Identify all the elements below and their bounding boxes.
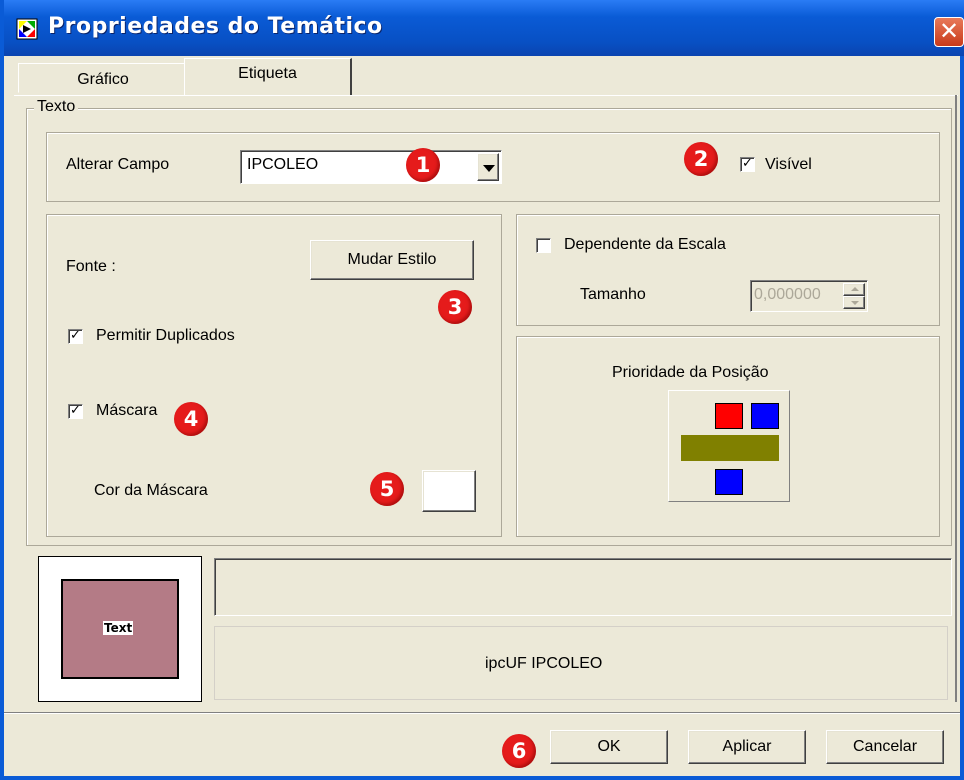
tab-page bbox=[14, 95, 958, 96]
annotation-badge-4: 4 bbox=[174, 402, 208, 436]
escala-checkbox[interactable] bbox=[536, 238, 551, 253]
preview-sample-text: Text bbox=[103, 621, 134, 635]
cancelar-button[interactable]: Cancelar bbox=[826, 730, 944, 764]
fonte-label: Fonte : bbox=[66, 258, 116, 275]
visivel-label[interactable]: Visível bbox=[765, 156, 812, 174]
close-button[interactable]: ✕ bbox=[934, 17, 964, 47]
annotation-badge-5: 5 bbox=[370, 472, 404, 506]
campo-select-value: IPCOLEO bbox=[247, 156, 319, 173]
escala-label[interactable]: Dependente da Escala bbox=[564, 236, 726, 254]
prioridade-grid bbox=[668, 390, 790, 502]
cor-mascara-label: Cor da Máscara bbox=[94, 482, 208, 499]
close-icon: ✕ bbox=[938, 17, 960, 45]
title-bar[interactable]: Propriedades do Temático ✕ bbox=[4, 0, 964, 56]
priority-top-right-red[interactable] bbox=[715, 403, 743, 429]
campo-select[interactable]: IPCOLEO bbox=[240, 150, 502, 184]
annotation-badge-3: 3 bbox=[438, 290, 472, 324]
dialog-window: Propriedades do Temático ✕ Gráfico Etiqu… bbox=[0, 0, 964, 780]
spin-up-icon bbox=[851, 287, 859, 291]
tamanho-spinner[interactable]: 0,000000 bbox=[750, 280, 868, 312]
texto-group-label: Texto bbox=[34, 98, 79, 116]
footer-separator-highlight bbox=[4, 713, 960, 714]
chevron-down-icon bbox=[483, 165, 495, 172]
mascara-checkbox[interactable]: ✓ bbox=[68, 404, 83, 419]
spin-down-icon bbox=[851, 301, 859, 305]
tamanho-spin-down[interactable] bbox=[843, 296, 865, 309]
alterar-campo-label: Alterar Campo bbox=[66, 156, 170, 173]
priority-center-olive[interactable] bbox=[681, 435, 779, 461]
campo-dropdown-button[interactable] bbox=[477, 153, 499, 181]
tamanho-label: Tamanho bbox=[580, 286, 646, 303]
preview-caption: ipcUF IPCOLEO bbox=[485, 655, 603, 672]
permitir-duplicados-label[interactable]: Permitir Duplicados bbox=[96, 327, 235, 345]
tab-etiqueta-label: Etiqueta bbox=[238, 65, 297, 82]
annotation-badge-2: 2 bbox=[684, 142, 718, 176]
tab-etiqueta[interactable]: Etiqueta bbox=[184, 58, 352, 96]
tab-grafico-label: Gráfico bbox=[77, 71, 129, 88]
annotation-badge-6: 6 bbox=[502, 734, 536, 768]
priority-right-blue[interactable] bbox=[751, 403, 779, 429]
mascara-label[interactable]: Máscara bbox=[96, 402, 157, 420]
priority-bottom-blue[interactable] bbox=[715, 469, 743, 495]
tab-page-right-edge bbox=[955, 95, 957, 702]
preview-caption-box: ipcUF IPCOLEO bbox=[214, 626, 948, 700]
ok-button[interactable]: OK bbox=[550, 730, 668, 764]
tamanho-spin-up[interactable] bbox=[843, 283, 865, 296]
cor-mascara-color-button[interactable] bbox=[422, 470, 476, 512]
aplicar-button[interactable]: Aplicar bbox=[688, 730, 806, 764]
app-icon bbox=[16, 18, 38, 40]
escala-group bbox=[516, 214, 940, 326]
prioridade-label: Prioridade da Posição bbox=[612, 364, 769, 381]
permitir-duplicados-checkbox[interactable]: ✓ bbox=[68, 329, 83, 344]
mudar-estilo-button[interactable]: Mudar Estilo bbox=[310, 240, 474, 280]
preview-swatch: Text bbox=[61, 579, 179, 679]
window-title: Propriedades do Temático bbox=[48, 14, 383, 39]
tab-grafico[interactable]: Gráfico bbox=[18, 63, 188, 93]
preview-bar bbox=[214, 558, 952, 616]
visivel-checkbox[interactable]: ✓ bbox=[740, 157, 755, 172]
preview-frame: Text bbox=[38, 556, 202, 702]
annotation-badge-1: 1 bbox=[406, 148, 440, 182]
tamanho-value: 0,000000 bbox=[754, 286, 821, 303]
